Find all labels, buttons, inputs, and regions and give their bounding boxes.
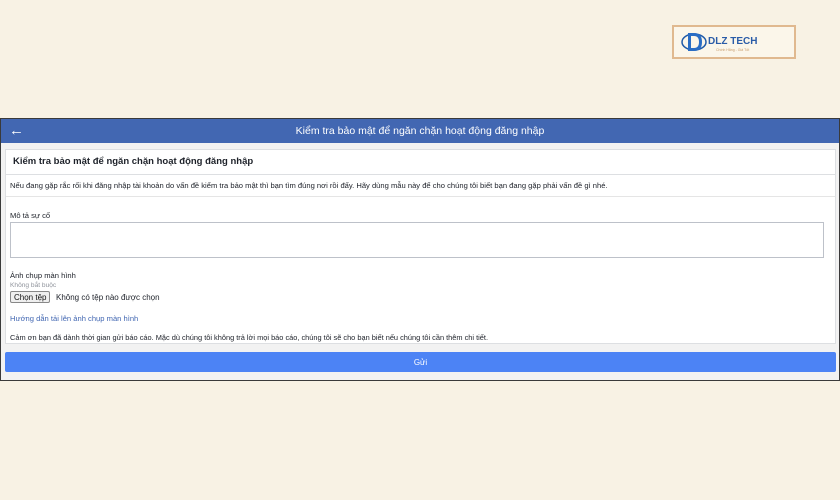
topbar-title: Kiểm tra bảo mật để ngăn chặn hoạt động … xyxy=(295,125,545,137)
card-title: Kiểm tra bảo mật để ngăn chặn hoạt động … xyxy=(13,156,254,167)
thanks-text: Cảm ơn bạn đã dành thời gian gửi báo cáo… xyxy=(10,333,489,342)
logo-tagline: Chính Hãng - Giá Tốt xyxy=(716,48,749,52)
intro-text: Nếu đang gặp rắc rối khi đăng nhập tài k… xyxy=(10,181,608,190)
logo-text: DLZ TECH xyxy=(708,36,757,47)
card-header: Kiểm tra bảo mật để ngăn chặn hoạt động … xyxy=(6,150,835,175)
report-form-card: Kiểm tra bảo mật để ngăn chặn hoạt động … xyxy=(5,149,836,344)
divider xyxy=(6,196,835,197)
dlz-tech-logo: DLZ TECH Chính Hãng - Giá Tốt xyxy=(672,25,796,59)
description-textarea[interactable] xyxy=(10,222,824,258)
logo-mark-icon: DLZ TECH Chính Hãng - Giá Tốt xyxy=(681,33,757,52)
description-label: Mô tả sự cố xyxy=(10,211,51,220)
submit-button[interactable]: Gửi xyxy=(5,352,836,372)
choose-file-button[interactable]: Chọn tệp xyxy=(10,291,51,303)
screenshot-label: Ảnh chụp màn hình xyxy=(10,271,76,280)
report-window: ← Kiểm tra bảo mật để ngăn chặn hoạt độn… xyxy=(0,118,840,381)
optional-note: Không bắt buộc xyxy=(10,282,57,289)
file-status-text: Không có tệp nào được chọn xyxy=(56,293,160,302)
screenshot-help-link[interactable]: Hướng dẫn tải lên ảnh chụp màn hình xyxy=(10,314,138,323)
top-bar: ← Kiểm tra bảo mật để ngăn chặn hoạt độn… xyxy=(1,119,839,143)
